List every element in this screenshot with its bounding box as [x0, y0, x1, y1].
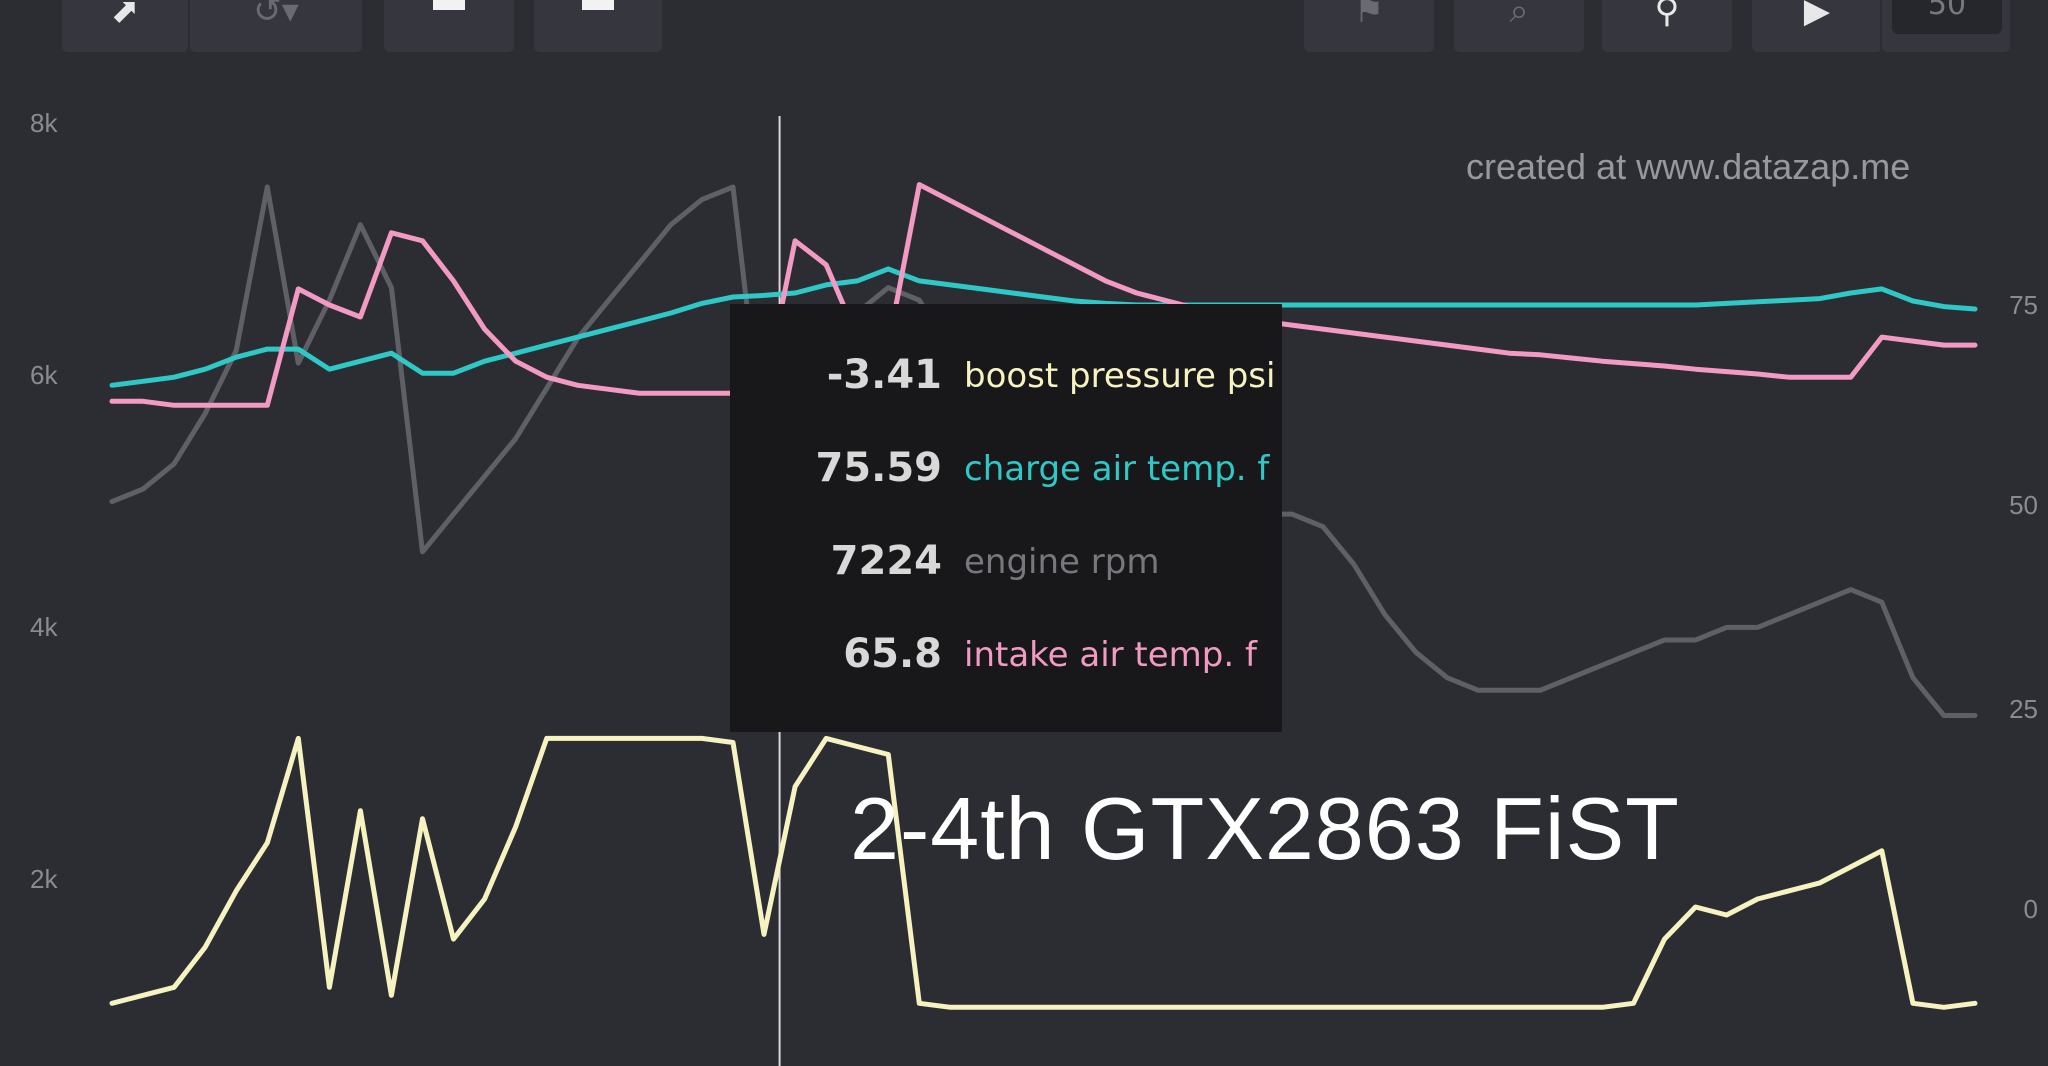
tooltip-series-name: charge air temp. f — [964, 449, 1270, 489]
chart-title: 2-4th GTX2863 FiST — [850, 779, 1680, 878]
tooltip-value: 7224 — [830, 538, 942, 584]
tooltip-series-name: boost pressure psi — [964, 356, 1276, 396]
tooltip-series-name: engine rpm — [964, 542, 1160, 582]
watermark-text: created at www.datazap.me — [1466, 146, 1911, 187]
tooltip-row: 65.8 intake air temp. f — [730, 631, 1282, 691]
tooltip-value: 65.8 — [843, 631, 942, 677]
tooltip-series-name: intake air temp. f — [964, 635, 1257, 675]
values-tooltip: -3.41 boost pressure psi 75.59 charge ai… — [730, 304, 1282, 732]
tooltip-value: 75.59 — [815, 445, 942, 491]
tooltip-row: -3.41 boost pressure psi — [730, 352, 1282, 412]
tooltip-value: -3.41 — [826, 352, 942, 398]
tooltip-row: 75.59 charge air temp. f — [730, 445, 1282, 505]
tooltip-row: 7224 engine rpm — [730, 538, 1282, 598]
chart-stage: ⬈ ↺▾ ⚑ ⌕ ⚲ ▶ 50 8k 6k 4k 2k 75 50 25 0 c… — [0, 0, 2048, 1066]
